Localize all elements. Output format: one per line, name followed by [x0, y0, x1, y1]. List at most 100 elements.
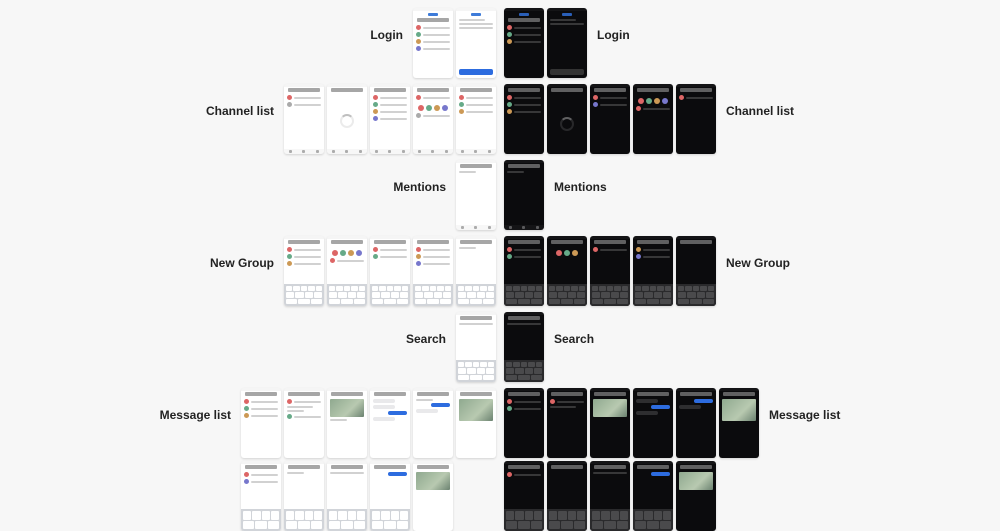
loading-spinner-icon — [340, 114, 354, 128]
message-media-screen[interactable] — [413, 461, 453, 531]
message-list-screen[interactable] — [504, 388, 544, 458]
keyboard[interactable] — [590, 284, 630, 306]
new-group-empty-screen[interactable] — [676, 236, 716, 306]
new-group-select-screen[interactable] — [547, 236, 587, 306]
new-group-screen[interactable] — [590, 236, 630, 306]
login-form-screen[interactable] — [547, 8, 587, 78]
login-form-screen[interactable] — [456, 8, 496, 78]
section-channel-list-light: Channel list — [184, 84, 496, 154]
keyboard[interactable] — [284, 509, 324, 531]
design-spec-canvas: Login — [0, 0, 1000, 500]
message-compose-screen[interactable] — [370, 461, 410, 531]
new-group-empty-screen[interactable] — [456, 236, 496, 306]
image-attachment[interactable] — [416, 472, 450, 490]
new-group-screen[interactable] — [413, 236, 453, 306]
keyboard[interactable] — [676, 284, 716, 306]
section-label: New Group — [184, 236, 274, 270]
section-label: Channel list — [184, 84, 274, 118]
image-attachment[interactable] — [330, 399, 364, 417]
section-mentions-dark: Mentions — [504, 160, 644, 230]
message-chat-screen[interactable] — [676, 388, 716, 458]
section-label: Login — [597, 8, 687, 42]
channel-list-screen[interactable] — [456, 84, 496, 154]
keyboard[interactable] — [633, 509, 673, 531]
keyboard[interactable] — [370, 509, 410, 531]
signin-button[interactable] — [459, 69, 493, 75]
section-label: Search — [554, 312, 644, 346]
keyboard[interactable] — [327, 509, 367, 531]
section-label: Mentions — [554, 160, 644, 194]
channel-list-screen[interactable] — [504, 84, 544, 154]
message-compose-screen[interactable] — [547, 461, 587, 531]
section-label: Channel list — [726, 84, 816, 118]
message-chat-screen[interactable] — [633, 388, 673, 458]
message-thread-screen[interactable] — [284, 388, 324, 458]
channel-list-avatars-screen[interactable] — [633, 84, 673, 154]
keyboard[interactable] — [327, 284, 367, 306]
message-image-wide-screen[interactable] — [456, 388, 496, 458]
keyboard[interactable] — [413, 284, 453, 306]
keyboard[interactable] — [547, 284, 587, 306]
section-label: New Group — [726, 236, 816, 270]
message-compose-screen[interactable] — [241, 461, 281, 531]
image-attachment[interactable] — [679, 472, 713, 490]
app-logo-icon — [428, 13, 438, 16]
message-media-screen[interactable] — [676, 461, 716, 531]
keyboard[interactable] — [456, 360, 496, 382]
message-thread-screen[interactable] — [547, 388, 587, 458]
section-message-list-dark: Message list — [504, 388, 859, 531]
keyboard[interactable] — [504, 284, 544, 306]
keyboard[interactable] — [633, 284, 673, 306]
section-new-group-dark: New Group — [504, 236, 816, 306]
section-channel-list-dark: Channel list — [504, 84, 816, 154]
search-screen[interactable] — [504, 312, 544, 382]
new-group-select-screen[interactable] — [327, 236, 367, 306]
keyboard[interactable] — [370, 284, 410, 306]
new-group-screen[interactable] — [370, 236, 410, 306]
keyboard[interactable] — [547, 509, 587, 531]
search-screen[interactable] — [456, 312, 496, 382]
message-compose-screen[interactable] — [633, 461, 673, 531]
channel-list-screen[interactable] — [370, 84, 410, 154]
keyboard[interactable] — [284, 284, 324, 306]
mentions-screen[interactable] — [456, 160, 496, 230]
keyboard[interactable] — [504, 360, 544, 382]
message-chat-screen[interactable] — [370, 388, 410, 458]
keyboard[interactable] — [590, 509, 630, 531]
section-label: Mentions — [356, 160, 446, 194]
image-attachment[interactable] — [459, 399, 493, 421]
message-image-screen[interactable] — [327, 388, 367, 458]
message-image-wide-screen[interactable] — [719, 388, 759, 458]
section-mentions-light: Mentions — [356, 160, 496, 230]
section-search-light: Search — [356, 312, 496, 382]
dark-theme-column: Login — [500, 0, 1000, 500]
channel-list-loading-screen[interactable] — [327, 84, 367, 154]
new-group-screen[interactable] — [504, 236, 544, 306]
image-attachment[interactable] — [593, 399, 627, 417]
keyboard[interactable] — [241, 509, 281, 531]
login-welcome-screen[interactable] — [413, 8, 453, 78]
message-list-screen[interactable] — [241, 388, 281, 458]
message-compose-screen[interactable] — [284, 461, 324, 531]
channel-list-screen[interactable] — [284, 84, 324, 154]
channel-list-screen[interactable] — [676, 84, 716, 154]
message-compose-screen[interactable] — [504, 461, 544, 531]
app-logo-icon — [471, 13, 481, 16]
image-attachment[interactable] — [722, 399, 756, 421]
section-label: Search — [356, 312, 446, 346]
new-group-screen[interactable] — [633, 236, 673, 306]
new-group-screen[interactable] — [284, 236, 324, 306]
keyboard[interactable] — [504, 509, 544, 531]
message-chat-screen[interactable] — [413, 388, 453, 458]
message-image-screen[interactable] — [590, 388, 630, 458]
mentions-screen[interactable] — [504, 160, 544, 230]
channel-list-avatars-screen[interactable] — [413, 84, 453, 154]
signin-button[interactable] — [550, 69, 584, 75]
channel-list-loading-screen[interactable] — [547, 84, 587, 154]
login-welcome-screen[interactable] — [504, 8, 544, 78]
message-compose-screen[interactable] — [590, 461, 630, 531]
message-compose-screen[interactable] — [327, 461, 367, 531]
channel-list-screen[interactable] — [590, 84, 630, 154]
section-message-list-light: Message list — [141, 388, 496, 531]
keyboard[interactable] — [456, 284, 496, 306]
